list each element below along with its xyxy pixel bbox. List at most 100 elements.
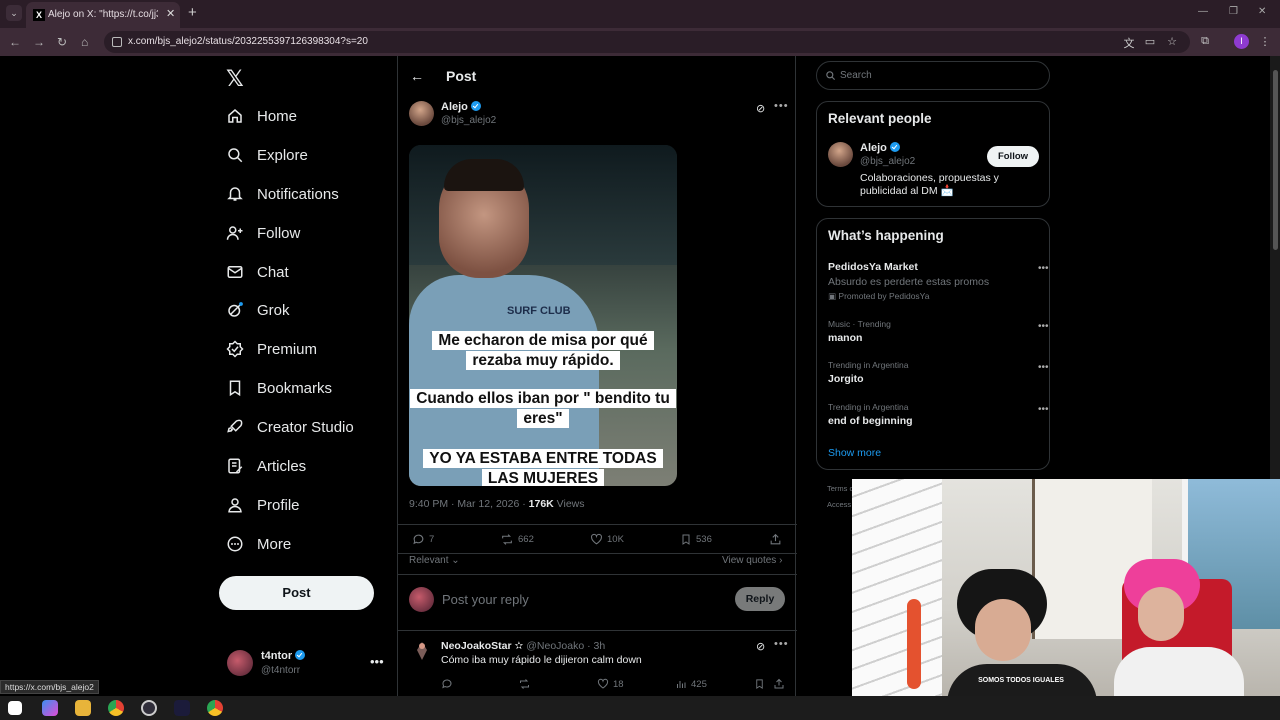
reply-post[interactable]: NeoJoakoStar ✫ @NeoJoako · 3h ⊘ ••• Cómo…: [398, 632, 797, 696]
search-input[interactable]: Search: [816, 61, 1050, 90]
url-field[interactable]: x.com/bjs_alejo2/status/2032255397126398…: [104, 31, 1190, 53]
close-window-icon[interactable]: ✕: [1258, 6, 1266, 17]
trend-item-promo[interactable]: PedidosYa Market Absurdo es perderte est…: [828, 261, 1049, 302]
author-handle[interactable]: @bjs_alejo2: [441, 115, 496, 126]
reply-avatar[interactable]: [414, 640, 430, 662]
sidebar-item-creator-studio[interactable]: Creator Studio: [226, 413, 354, 441]
site-info-icon[interactable]: [112, 37, 122, 47]
cast-icon[interactable]: ▭: [1143, 35, 1157, 49]
bookmark-action[interactable]: 536: [680, 533, 712, 546]
show-more-link[interactable]: Show more: [828, 447, 881, 459]
sidebar-item-chat[interactable]: Chat: [226, 258, 289, 286]
chrome-menu-icon[interactable]: ⋮: [1258, 35, 1272, 49]
reply-reply-action[interactable]: [441, 678, 457, 690]
relevant-person-handle[interactable]: @bjs_alejo2: [860, 156, 915, 167]
trend-item[interactable]: Trending in Argentina end of beginning •…: [828, 402, 1049, 427]
sidebar-item-more[interactable]: More: [226, 530, 291, 558]
app-icon[interactable]: [174, 700, 190, 716]
heart-icon: [597, 678, 609, 689]
author-avatar[interactable]: [409, 101, 434, 126]
home-page-icon[interactable]: ⌂: [81, 35, 88, 49]
back-arrow-icon[interactable]: ←: [410, 68, 424, 84]
footer-terms-link[interactable]: Terms o: [827, 484, 854, 493]
relevant-person-name[interactable]: Alejo: [860, 142, 900, 154]
profile-icon[interactable]: I: [1234, 34, 1249, 49]
translate-icon[interactable]: 文: [1122, 35, 1136, 50]
grok-explain-icon[interactable]: ⊘: [756, 102, 765, 115]
forward-icon[interactable]: →: [33, 35, 45, 49]
follow-button[interactable]: Follow: [987, 146, 1039, 167]
sidebar-item-label: More: [257, 535, 292, 553]
trend-more-icon[interactable]: •••: [1038, 362, 1049, 373]
restore-icon[interactable]: ❐: [1229, 6, 1238, 17]
reply-bookmark-action[interactable]: [754, 678, 769, 690]
post-media[interactable]: SURF CLUB Me echaron de misa por qué rez…: [409, 145, 677, 486]
account-more-icon[interactable]: •••: [370, 654, 384, 669]
sidebar-item-profile[interactable]: Profile: [226, 491, 300, 519]
trend-more-icon[interactable]: •••: [1038, 404, 1049, 415]
reply-share-action[interactable]: [773, 678, 789, 690]
trend-more-icon[interactable]: •••: [1038, 321, 1049, 332]
trend-more-icon[interactable]: •••: [1038, 263, 1049, 274]
trend-item[interactable]: Trending in Argentina Jorgito •••: [828, 360, 1049, 385]
post-more-icon[interactable]: •••: [774, 100, 789, 112]
footer-accessibility-link[interactable]: Access: [827, 500, 851, 509]
x-logo-icon[interactable]: 𝕏: [226, 66, 244, 92]
post-button[interactable]: Post: [219, 576, 374, 610]
sidebar-item-label: Notifications: [257, 185, 339, 203]
trend-meta: Music · Trending: [828, 319, 891, 329]
sidebar-item-grok[interactable]: Grok: [226, 296, 290, 324]
view-quotes-text: View quotes: [722, 555, 777, 566]
browser-tab[interactable]: X Alejo on X: "https://t.co/jj3U3 ✕: [26, 2, 180, 28]
reply-author[interactable]: NeoJoakoStar ✫ @NeoJoako · 3h: [441, 640, 605, 652]
chrome-profile-icon[interactable]: [207, 700, 223, 716]
account-name[interactable]: t4ntor: [261, 650, 306, 662]
sidebar-item-follow[interactable]: Follow: [226, 219, 300, 247]
share-action[interactable]: [769, 533, 786, 546]
new-tab-icon[interactable]: +: [188, 4, 197, 21]
extensions-icon[interactable]: ⧉: [1198, 35, 1212, 49]
sidebar-item-label: Articles: [257, 457, 307, 475]
reply-views-action[interactable]: 425: [675, 678, 707, 690]
avatar[interactable]: [227, 650, 253, 676]
webcam-overlay: SOMOS TODOS IGUALES: [852, 479, 1280, 696]
grok-explain-icon[interactable]: ⊘: [756, 640, 765, 653]
file-explorer-icon[interactable]: [75, 700, 91, 716]
sidebar-item-explore[interactable]: Explore: [226, 141, 308, 169]
back-icon[interactable]: ←: [9, 35, 21, 49]
reply-like-action[interactable]: 18: [597, 678, 624, 690]
chrome-icon[interactable]: [108, 700, 124, 716]
webcam-person-right: [1114, 559, 1244, 696]
reply-views-count: 425: [691, 678, 707, 690]
author-name[interactable]: Alejo: [441, 101, 481, 113]
reply-more-icon[interactable]: •••: [774, 638, 789, 650]
trend-title: manon: [828, 332, 863, 344]
sidebar-item-premium[interactable]: Premium: [226, 335, 317, 363]
sidebar-item-home[interactable]: Home: [226, 102, 297, 130]
timestamp-text[interactable]: 9:40 PM · Mar 12, 2026 ·: [409, 498, 529, 510]
sidebar-item-label: Chat: [257, 263, 289, 281]
copilot-icon[interactable]: [42, 700, 58, 716]
close-tab-icon[interactable]: ✕: [166, 7, 175, 20]
trend-item[interactable]: Music · Trending manon •••: [828, 319, 1049, 344]
sidebar-item-articles[interactable]: Articles: [226, 452, 306, 480]
reply-composer: Post your reply Reply: [398, 574, 797, 631]
obs-icon[interactable]: [141, 700, 157, 716]
reply-repost-action[interactable]: [518, 678, 535, 690]
sidebar-item-notifications[interactable]: Notifications: [226, 180, 339, 208]
view-quotes-link[interactable]: View quotes ›: [722, 555, 782, 566]
repost-action[interactable]: 662: [500, 533, 534, 546]
reply-sort-dropdown[interactable]: Relevant ⌄: [409, 555, 460, 566]
avatar[interactable]: [828, 142, 853, 167]
reply-button[interactable]: Reply: [735, 587, 785, 611]
minimize-icon[interactable]: —: [1198, 6, 1208, 17]
star-icon[interactable]: ☆: [1165, 35, 1179, 49]
windows-start-icon[interactable]: [8, 701, 22, 715]
tab-search-icon[interactable]: ⌄: [6, 5, 22, 21]
reply-action[interactable]: 7: [412, 533, 434, 546]
scrollbar-thumb[interactable]: [1273, 70, 1278, 250]
reload-icon[interactable]: ↻: [57, 35, 67, 49]
sidebar-item-bookmarks[interactable]: Bookmarks: [226, 374, 332, 402]
reply-input[interactable]: Post your reply: [442, 592, 529, 607]
like-action[interactable]: 10K: [590, 533, 624, 546]
